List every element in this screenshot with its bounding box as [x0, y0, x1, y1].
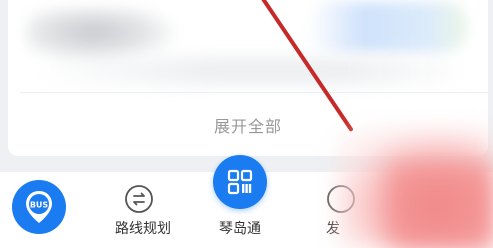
blurred-content: [308, 2, 468, 52]
nav-item-qindaotong[interactable]: [213, 155, 267, 209]
divider: [20, 92, 488, 93]
route-planning-icon[interactable]: [124, 184, 154, 214]
annotation-red-highlight: [390, 165, 493, 248]
qr-code-icon: [227, 169, 253, 195]
blurred-content: [38, 58, 468, 84]
bus-icon-text: BUS: [30, 201, 49, 210]
nav-item-qindaotong-label[interactable]: 琴岛通: [208, 218, 272, 238]
bus-pin-icon: BUS: [26, 191, 52, 223]
nav-item-route-label[interactable]: 路线规划: [110, 218, 176, 238]
blurred-content: [26, 8, 176, 62]
nav-item-bus[interactable]: BUS: [12, 180, 66, 234]
